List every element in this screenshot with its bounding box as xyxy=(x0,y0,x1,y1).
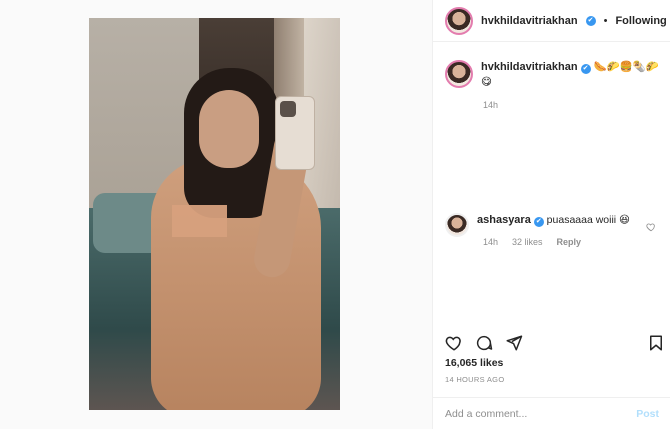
bookmark-icon[interactable] xyxy=(647,334,665,352)
verified-badge-icon: ✔ xyxy=(585,15,596,26)
comment-meta: 14h 32 likes Reply xyxy=(483,237,581,247)
post-header: hvkhildavitriakhan ✔ • Following xyxy=(433,0,670,42)
author-avatar[interactable] xyxy=(445,6,473,35)
post-photo[interactable] xyxy=(89,18,340,410)
comment-likes[interactable]: 32 likes xyxy=(512,237,543,247)
comment-input[interactable] xyxy=(445,407,637,420)
post-sidebar: hvkhildavitriakhan ✔ • Following hvkhild… xyxy=(432,0,670,429)
commenter-avatar[interactable] xyxy=(445,213,469,237)
phone-camera xyxy=(280,101,296,117)
photo-phone xyxy=(275,96,315,170)
heart-icon[interactable] xyxy=(445,334,463,352)
media-pane xyxy=(0,0,432,429)
caption-time[interactable]: 14h xyxy=(483,100,498,110)
likes-count[interactable]: 16,065 likes xyxy=(445,357,503,369)
comment-heart-icon[interactable] xyxy=(646,222,656,232)
comment: ashasyara ✔ puasaaaa woiii 😆 xyxy=(445,213,665,237)
caption-body: hvkhildavitriakhan ✔ 🌭🌮🍔🌯🌮 😋 xyxy=(481,60,665,90)
photo-person-face xyxy=(199,90,259,168)
commenter-handle[interactable]: ashasyara xyxy=(477,214,531,226)
share-icon[interactable] xyxy=(505,334,523,352)
separator-dot: • xyxy=(603,14,608,27)
comment-text: puasaaaa woiii 😆 xyxy=(546,214,631,226)
author-handle[interactable]: hvkhildavitriakhan xyxy=(481,15,578,27)
post-timestamp[interactable]: 14 HOURS AGO xyxy=(445,375,504,384)
comment-body: ashasyara ✔ puasaaaa woiii 😆 xyxy=(477,213,630,237)
comment-icon[interactable] xyxy=(475,334,493,352)
photo-censor-box xyxy=(172,205,227,237)
reply-button[interactable]: Reply xyxy=(557,237,582,247)
caption-avatar[interactable] xyxy=(445,60,473,88)
instagram-post: hvkhildavitriakhan ✔ • Following hvkhild… xyxy=(0,0,670,429)
verified-badge-icon: ✔ xyxy=(533,217,544,227)
following-button[interactable]: Following xyxy=(615,15,666,27)
post-actions xyxy=(445,331,665,355)
caption: hvkhildavitriakhan ✔ 🌭🌮🍔🌯🌮 😋 xyxy=(445,60,665,90)
comment-time[interactable]: 14h xyxy=(483,237,498,247)
post-comment-button[interactable]: Post xyxy=(636,408,659,420)
verified-badge-icon: ✔ xyxy=(580,64,591,74)
caption-handle[interactable]: hvkhildavitriakhan xyxy=(481,61,578,73)
add-comment-bar: Post xyxy=(433,397,670,429)
